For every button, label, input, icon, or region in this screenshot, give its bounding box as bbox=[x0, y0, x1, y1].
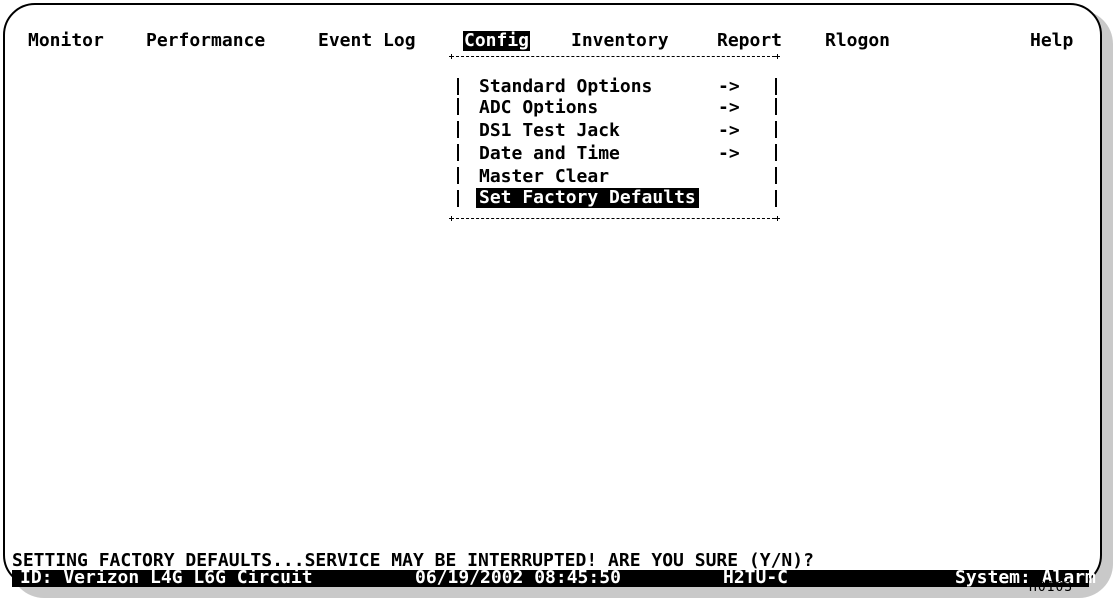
dropdown-right-border bbox=[775, 167, 777, 184]
dropdown-right-border bbox=[775, 121, 777, 138]
dropdown-right-border bbox=[775, 98, 777, 115]
dropdown-left-border bbox=[457, 121, 459, 138]
menu-report[interactable]: Report bbox=[717, 31, 782, 51]
submenu-arrow: -> bbox=[718, 120, 740, 141]
menu-performance[interactable]: Performance bbox=[146, 31, 265, 51]
dropdown-left-border bbox=[457, 190, 459, 207]
dropdown-top-border bbox=[451, 56, 780, 57]
menu-option-master-clear[interactable]: Master Clear bbox=[479, 167, 609, 187]
menu-option-set-factory-defaults[interactable]: Set Factory Defaults bbox=[476, 188, 699, 208]
menu-option-date-and-time[interactable]: Date and Time bbox=[479, 144, 620, 164]
menu-rlogon[interactable]: Rlogon bbox=[825, 31, 890, 51]
menu-config[interactable]: Config bbox=[463, 31, 531, 51]
dropdown-left-border bbox=[457, 98, 459, 115]
circuit-id: ID: Verizon L4G L6G Circuit bbox=[20, 567, 313, 588]
menu-option-ds1-test-jack[interactable]: DS1 Test Jack bbox=[479, 121, 620, 141]
menu-event-log[interactable]: Event Log bbox=[318, 31, 416, 51]
dropdown-corner bbox=[449, 54, 454, 59]
menu-monitor[interactable]: Monitor bbox=[28, 31, 104, 51]
system-status: System: Alarm bbox=[955, 567, 1096, 588]
menu-help[interactable]: Help bbox=[1030, 31, 1073, 51]
menu-inventory[interactable]: Inventory bbox=[571, 31, 669, 51]
figure-code: H0103 bbox=[1029, 580, 1074, 595]
dropdown-corner bbox=[775, 216, 780, 221]
dropdown-bottom-border bbox=[451, 218, 780, 219]
submenu-arrow: -> bbox=[718, 143, 740, 164]
status-datetime: 06/19/2002 08:45:50 bbox=[415, 567, 621, 588]
menu-option-adc-options[interactable]: ADC Options bbox=[479, 98, 598, 118]
dropdown-corner bbox=[449, 216, 454, 221]
dropdown-left-border bbox=[457, 167, 459, 184]
submenu-arrow: -> bbox=[718, 76, 740, 97]
dropdown-right-border bbox=[775, 144, 777, 161]
dropdown-corner bbox=[775, 54, 780, 59]
dropdown-left-border bbox=[457, 144, 459, 161]
dropdown-right-border bbox=[775, 190, 777, 207]
menu-option-standard-options[interactable]: Standard Options bbox=[479, 77, 652, 97]
submenu-arrow: -> bbox=[718, 97, 740, 118]
dropdown-right-border bbox=[775, 78, 777, 95]
dropdown-left-border bbox=[457, 78, 459, 95]
unit-type: H2TU-C bbox=[723, 567, 789, 588]
